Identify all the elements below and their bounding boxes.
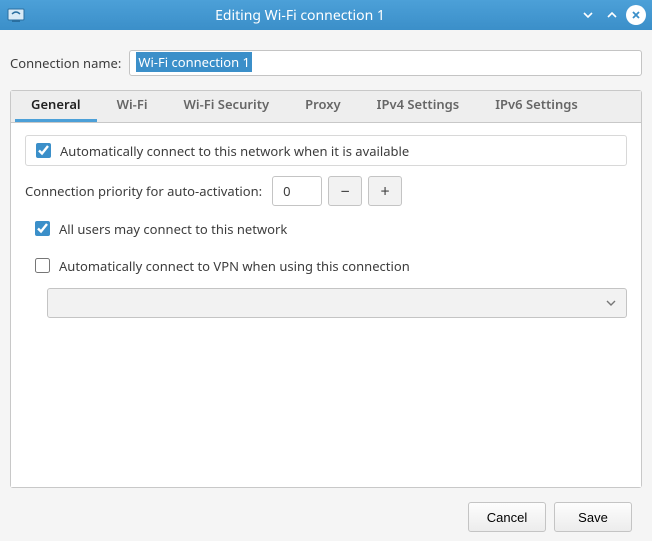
window-body: Connection name: Wi-Fi connection 1 Gene… (0, 30, 652, 532)
tab-ipv4-settings[interactable]: IPv4 Settings (361, 88, 476, 122)
vpn-row: Automatically connect to VPN when using … (25, 253, 627, 278)
maximize-button[interactable] (602, 5, 622, 25)
auto-connect-row: Automatically connect to this network wh… (25, 135, 627, 166)
footer: Cancel Save (10, 488, 642, 532)
connection-name-label: Connection name: (10, 54, 121, 72)
window-title: Editing Wi-Fi connection 1 (26, 6, 574, 25)
connection-name-value: Wi-Fi connection 1 (136, 52, 252, 72)
all-users-row: All users may connect to this network (25, 216, 627, 241)
cancel-button[interactable]: Cancel (468, 502, 546, 532)
tab-proxy[interactable]: Proxy (289, 88, 357, 122)
priority-increment-button[interactable]: + (368, 176, 402, 206)
titlebar: Editing Wi-Fi connection 1 (0, 0, 652, 30)
priority-spinner: 0 − + (272, 176, 402, 206)
vpn-label: Automatically connect to VPN when using … (59, 257, 410, 275)
minus-icon: − (341, 180, 350, 202)
connection-name-input[interactable]: Wi-Fi connection 1 (129, 50, 642, 76)
vpn-select[interactable] (47, 288, 627, 318)
auto-connect-label: Automatically connect to this network wh… (60, 142, 409, 160)
tab-wifi[interactable]: Wi-Fi (101, 88, 164, 122)
close-button[interactable] (626, 5, 646, 25)
tab-ipv6-settings[interactable]: IPv6 Settings (479, 88, 594, 122)
all-users-checkbox[interactable] (35, 221, 50, 236)
tabstrip: General Wi-Fi Wi-Fi Security Proxy IPv4 … (11, 91, 641, 123)
connection-name-row: Connection name: Wi-Fi connection 1 (10, 50, 642, 76)
window-root: Editing Wi-Fi connection 1 Connection na… (0, 0, 652, 541)
priority-decrement-button[interactable]: − (328, 176, 362, 206)
tabs-container: General Wi-Fi Wi-Fi Security Proxy IPv4 … (10, 90, 642, 488)
all-users-label: All users may connect to this network (59, 220, 287, 238)
app-icon (6, 5, 26, 25)
priority-value[interactable]: 0 (272, 176, 322, 206)
tab-wifi-security[interactable]: Wi-Fi Security (168, 88, 286, 122)
minimize-button[interactable] (578, 5, 598, 25)
tab-general[interactable]: General (15, 88, 97, 122)
tab-body-general: Automatically connect to this network wh… (11, 123, 641, 487)
priority-label: Connection priority for auto-activation: (25, 182, 262, 200)
chevron-down-icon (606, 294, 616, 312)
plus-icon: + (381, 180, 390, 202)
priority-row: Connection priority for auto-activation:… (25, 176, 627, 206)
auto-connect-checkbox[interactable] (36, 143, 51, 158)
save-button[interactable]: Save (554, 502, 632, 532)
vpn-checkbox[interactable] (35, 258, 50, 273)
